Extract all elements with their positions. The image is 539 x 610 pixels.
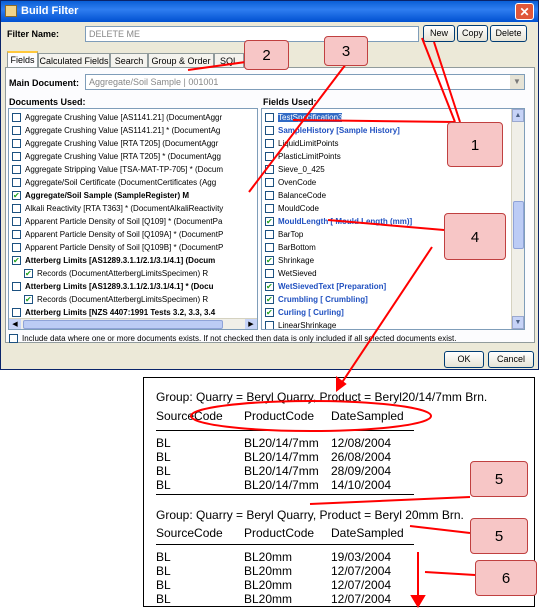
callout-6: 6 (475, 560, 537, 596)
callout-4: 4 (444, 213, 506, 260)
callout-2: 2 (244, 40, 289, 70)
callout-1-pointer-c (292, 119, 456, 123)
annotation-overlay (187, 37, 476, 608)
callout-3: 3 (324, 36, 368, 66)
arrow-down-icon (410, 595, 426, 608)
callout-4-pointer (327, 219, 445, 231)
callout-4-arrow (336, 246, 433, 391)
callout-1-pointer-b (433, 41, 461, 123)
callout-1: 1 (447, 122, 503, 167)
callout-5b: 5 (470, 518, 528, 554)
callout-5a: 5 (470, 461, 528, 497)
callout-5a-pointer (309, 496, 471, 505)
group-header-highlight (190, 400, 432, 432)
callout-1-pointer-a (421, 37, 456, 123)
callout-6-pointer (424, 571, 476, 576)
callout-3-pointer (248, 63, 347, 193)
callout-5b-pointer (409, 525, 471, 534)
